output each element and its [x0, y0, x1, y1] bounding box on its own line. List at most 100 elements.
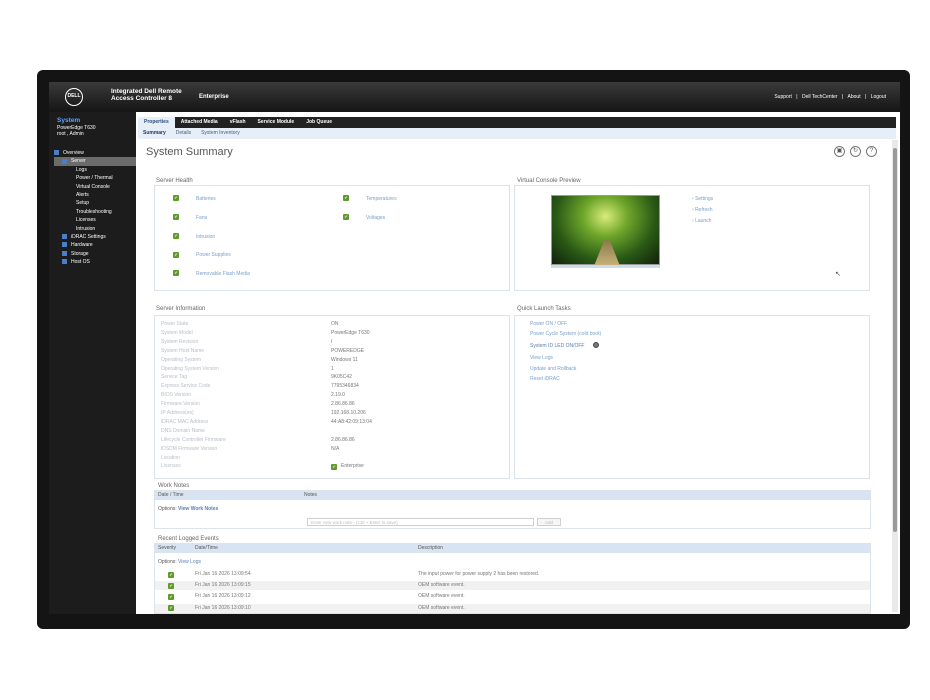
- bullet-icon: ›: [692, 207, 694, 213]
- col-severity[interactable]: Severity: [158, 544, 176, 553]
- event-row[interactable]: ✔ Fri Jan 16 2026 13:09:10 OEM software ev…: [155, 603, 870, 613]
- tree-item-alerts[interactable]: Alerts: [54, 191, 136, 199]
- status-ok-icon: ✔: [343, 214, 349, 220]
- event-date: Fri Jan 16 2026 13:09:12: [195, 593, 251, 600]
- severity-ok-icon: ✔: [168, 593, 174, 600]
- scrollbar-thumb[interactable]: [893, 148, 897, 532]
- about-link[interactable]: About: [848, 94, 861, 100]
- tree-item-logs[interactable]: Logs: [54, 166, 136, 174]
- tree-item-server[interactable]: Server: [54, 157, 136, 166]
- tree-item-hardware[interactable]: Hardware: [54, 241, 136, 249]
- info-label: Service Tag: [161, 374, 188, 381]
- dell-techcenter-link[interactable]: Dell TechCenter: [802, 94, 837, 100]
- work-note-input[interactable]: Enter new work note - (Ctrl + Enter to s…: [307, 518, 534, 526]
- add-note-button[interactable]: Add: [537, 518, 561, 526]
- console-refresh-link[interactable]: › Refresh: [692, 207, 713, 213]
- col-date-time[interactable]: Date/Time: [195, 544, 218, 553]
- info-value: 192.168.10.206: [331, 410, 366, 416]
- view-logs-link[interactable]: View Logs: [178, 559, 201, 565]
- info-value: PowerEdge T630: [331, 329, 370, 336]
- expand-icon[interactable]: [62, 234, 67, 240]
- print-icon[interactable]: ▣: [834, 146, 845, 157]
- events-options: Options: View Logs: [158, 559, 201, 565]
- subtab-summary[interactable]: Summary: [138, 128, 171, 139]
- info-value: Windows 11: [331, 356, 358, 363]
- tree-item-overview[interactable]: Overview: [54, 149, 136, 157]
- link-label: Settings: [695, 196, 714, 202]
- info-label: Licenses: [161, 463, 181, 470]
- tab-service-module[interactable]: Service Module: [252, 117, 301, 128]
- expand-icon[interactable]: [62, 242, 67, 248]
- tree-item-storage[interactable]: Storage: [54, 250, 136, 258]
- task-view-logs[interactable]: View Logs: [530, 355, 553, 361]
- event-description: The input power for power supply 2 has b…: [418, 571, 540, 577]
- console-taskbar: [551, 265, 660, 268]
- logout-link[interactable]: Logout: [871, 94, 886, 100]
- expand-icon[interactable]: [62, 259, 67, 265]
- info-label: iDSDM Firmware Version: [161, 445, 218, 452]
- info-label: Power State: [161, 321, 189, 327]
- event-row[interactable]: ✔ Fri Jan 16 2026 13:09:54 The input power…: [155, 570, 870, 579]
- expand-icon[interactable]: [54, 150, 59, 156]
- tree-item-idrac-settings[interactable]: iDRAC Settings: [54, 233, 136, 241]
- tree-item-setup[interactable]: Setup: [54, 199, 136, 207]
- tree-item-virtual-console[interactable]: Virtual Console: [54, 183, 136, 191]
- tab-vflash[interactable]: vFlash: [224, 117, 252, 128]
- info-label: System Revision: [161, 338, 199, 345]
- col-notes[interactable]: Notes: [304, 491, 317, 500]
- collapse-icon[interactable]: [62, 158, 67, 164]
- tree-item-intrusion[interactable]: Intrusion: [54, 225, 136, 233]
- health-intrusion-link[interactable]: Intrusion: [196, 234, 215, 240]
- tab-attached-media[interactable]: Attached Media: [175, 117, 224, 128]
- system-title[interactable]: System: [57, 117, 80, 124]
- task-power-on-off[interactable]: Power ON / OFF: [530, 321, 567, 327]
- event-description: OEM software event.: [418, 604, 465, 611]
- console-settings-link[interactable]: › Settings: [692, 196, 713, 202]
- link-label: Launch: [695, 218, 712, 224]
- health-fans-link[interactable]: Fans: [196, 215, 207, 221]
- event-row[interactable]: ✔ Fri Jan 16 2026 13:09:15 OEM software ev…: [155, 581, 870, 591]
- led-indicator-icon[interactable]: [593, 342, 599, 348]
- health-power-supplies-link[interactable]: Power Supplies: [196, 252, 231, 258]
- info-label: iDRAC MAC Address: [161, 418, 209, 425]
- events-header: Severity Date/Time Description: [155, 544, 870, 553]
- tree-item-power-thermal[interactable]: Power / Thermal: [54, 174, 136, 182]
- task-power-cycle[interactable]: Power Cycle System (cold boot): [530, 331, 601, 337]
- dell-logo: DELL: [65, 88, 83, 106]
- task-update-rollback[interactable]: Update and Rollback: [530, 366, 576, 372]
- tab-job-queue[interactable]: Job Queue: [300, 117, 338, 128]
- tab-properties[interactable]: Properties: [138, 117, 175, 128]
- tree-item-host-os[interactable]: Host OS: [54, 258, 136, 266]
- info-value: 2.86.86.86: [331, 436, 355, 443]
- health-voltages-link[interactable]: Voltages: [366, 215, 385, 221]
- tree-item-licenses[interactable]: Licenses: [54, 216, 136, 224]
- console-preview-image[interactable]: [551, 195, 660, 266]
- console-launch-link[interactable]: › Launch: [692, 218, 711, 224]
- top-links: Support | Dell TechCenter | About | Logo…: [771, 94, 886, 100]
- subtab-details[interactable]: Details: [171, 128, 196, 139]
- health-removable-flash-link[interactable]: Removable Flash Media: [196, 271, 250, 277]
- tree-item-troubleshooting[interactable]: Troubleshooting: [54, 208, 136, 216]
- event-date: Fri Jan 16 2026 13:09:10: [195, 604, 251, 611]
- info-value: POWEREDGE: [331, 347, 365, 354]
- col-date-time[interactable]: Date / Time: [158, 491, 184, 500]
- help-icon[interactable]: ?: [866, 146, 877, 157]
- col-description[interactable]: Description: [418, 544, 443, 553]
- support-link[interactable]: Support: [774, 94, 792, 100]
- task-reset-idrac[interactable]: Reset iDRAC: [530, 376, 560, 382]
- status-ok-icon: ✔: [173, 270, 179, 276]
- status-ok-icon: ✔: [343, 195, 349, 201]
- subtab-system-inventory[interactable]: System Inventory: [196, 128, 245, 139]
- status-ok-icon: ✔: [173, 252, 179, 258]
- health-batteries-link[interactable]: Batteries: [196, 196, 216, 202]
- event-row[interactable]: ✔ Fri Jan 16 2026 13:09:12 OEM software ev…: [155, 592, 870, 601]
- recent-events-title: Recent Logged Events: [158, 536, 219, 542]
- info-label: Express Service Code: [161, 383, 211, 390]
- task-system-id-led[interactable]: System ID LED ON/OFF: [530, 343, 584, 349]
- view-work-notes-link[interactable]: View Work Notes: [178, 506, 218, 512]
- health-temperatures-link[interactable]: Temperatures: [366, 196, 397, 202]
- info-value: 1: [331, 365, 334, 372]
- refresh-icon[interactable]: ↻: [850, 146, 861, 157]
- page-scrollbar[interactable]: [892, 140, 898, 612]
- expand-icon[interactable]: [62, 250, 67, 256]
